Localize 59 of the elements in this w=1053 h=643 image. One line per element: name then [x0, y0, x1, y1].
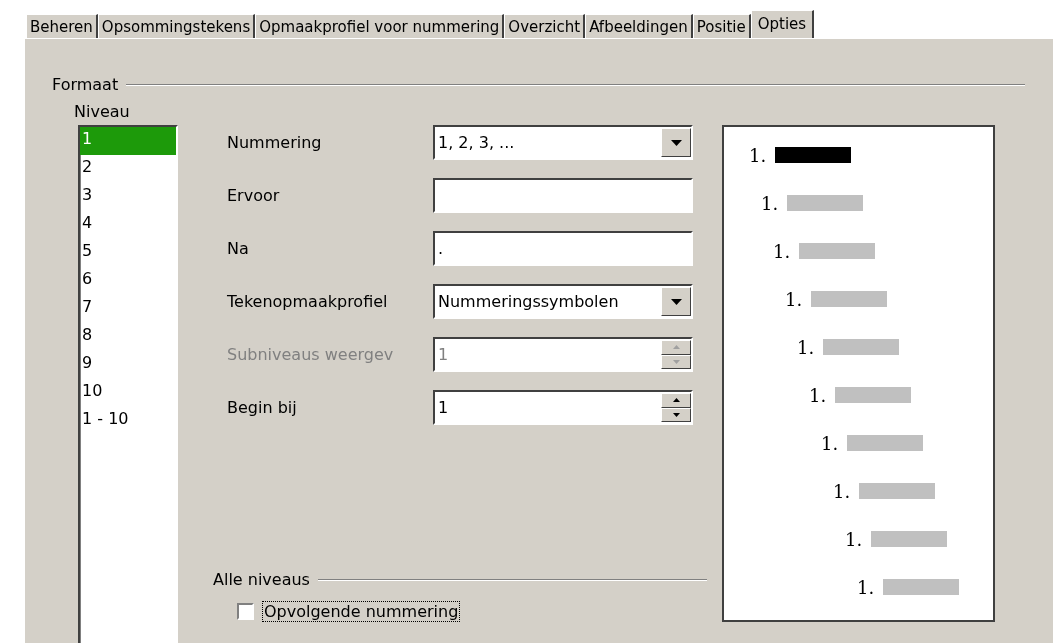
field-value: 1 — [438, 398, 450, 417]
level-item[interactable]: 10 — [80, 379, 176, 407]
preview-number: 1. — [761, 192, 779, 214]
group-title: Formaat — [52, 75, 119, 94]
preview-number: 1. — [749, 144, 767, 166]
level-item[interactable]: 4 — [80, 211, 176, 239]
field-label: Nummering — [227, 133, 323, 152]
tab[interactable]: Opties — [750, 10, 815, 38]
preview-number: 1. — [797, 336, 815, 358]
field-value: Nummeringssymbolen — [438, 292, 620, 311]
spin-up-button[interactable] — [661, 393, 691, 408]
field-label: Ervoor — [227, 186, 281, 205]
field-label: Begin bij — [227, 398, 298, 417]
up-arrow-icon — [672, 345, 680, 350]
field-label: Subniveaus weergev — [227, 345, 395, 364]
input-field[interactable] — [433, 178, 693, 213]
down-arrow-icon — [672, 359, 680, 364]
preview-number: 1. — [845, 528, 863, 550]
level-item[interactable]: 2 — [80, 155, 176, 183]
field-label: Na — [227, 239, 250, 258]
spin-up-button[interactable] — [661, 340, 691, 355]
field-value: 1, 2, 3, ... — [438, 133, 516, 152]
caret-icon — [670, 298, 682, 305]
field-value: 1 — [438, 345, 450, 364]
level-item[interactable]: 9 — [80, 351, 176, 379]
dropdown[interactable]: 1, 2, 3, ... — [433, 125, 693, 160]
preview-number: 1. — [773, 240, 791, 262]
level-item[interactable]: 3 — [80, 183, 176, 211]
preview-number: 1. — [809, 384, 827, 406]
level-item[interactable]: 1 - 10 — [80, 407, 176, 435]
level-item[interactable]: 1 — [80, 127, 176, 155]
level-label: Niveau — [74, 102, 130, 123]
preview-number: 1. — [785, 288, 803, 310]
tab[interactable]: Beheren — [26, 14, 98, 38]
preview-number: 1. — [821, 432, 839, 454]
caret-icon — [670, 139, 682, 146]
tab[interactable]: Opmaakprofiel voor nummering — [255, 14, 505, 38]
level-item[interactable]: 6 — [80, 267, 176, 295]
dropdown-button[interactable] — [661, 128, 691, 157]
preview-number: 1. — [833, 480, 851, 502]
tab[interactable]: Opsommingstekens — [97, 14, 256, 38]
up-arrow-icon — [672, 398, 680, 403]
group-title: Alle niveaus — [213, 570, 310, 589]
dropdown[interactable]: Nummeringssymbolen — [433, 284, 693, 319]
tab[interactable]: Positie — [692, 14, 751, 38]
spin-field[interactable]: 1 — [433, 390, 693, 425]
preview-number: 1. — [857, 576, 875, 598]
tab[interactable]: Afbeeldingen — [585, 14, 693, 38]
down-arrow-icon — [672, 412, 680, 417]
level-item[interactable]: 8 — [80, 323, 176, 351]
level-item[interactable]: 5 — [80, 239, 176, 267]
dropdown-button[interactable] — [661, 287, 691, 316]
input-field[interactable]: . — [433, 231, 693, 266]
checkbox[interactable] — [237, 603, 254, 620]
field-label: Tekenopmaakprofiel — [227, 292, 389, 311]
tab[interactable]: Overzicht — [504, 14, 586, 38]
checkbox-label[interactable]: Opvolgende nummering — [262, 601, 461, 622]
field-value: . — [438, 239, 445, 258]
level-item[interactable]: 7 — [80, 295, 176, 323]
